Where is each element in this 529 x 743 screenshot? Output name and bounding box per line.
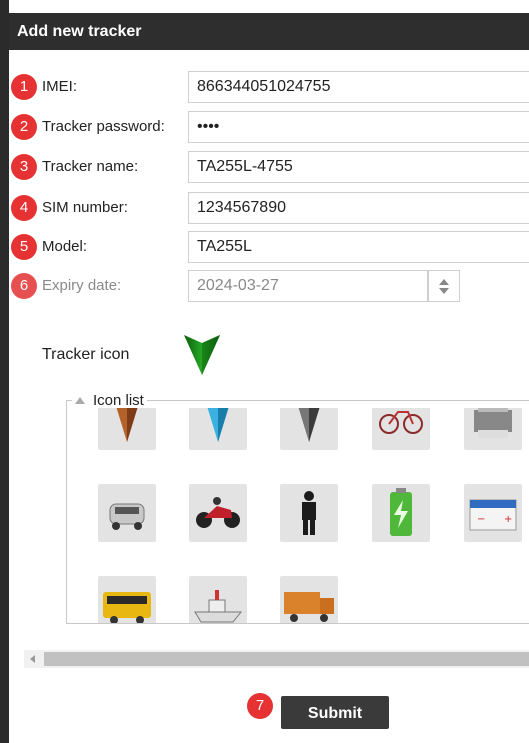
step-badge-7: 7 bbox=[247, 693, 273, 719]
date-stepper[interactable] bbox=[428, 270, 460, 302]
password-row: 2 Tracker password: •••• bbox=[9, 110, 529, 144]
icon-list-viewport[interactable]: − + bbox=[67, 408, 529, 623]
password-input[interactable]: •••• bbox=[188, 111, 529, 143]
icon-list-legend[interactable]: Icon list bbox=[72, 392, 147, 409]
tracker-name-input[interactable]: TA255L-4755 bbox=[188, 151, 529, 183]
tracker-name-row: 3 Tracker name: TA255L-4755 bbox=[9, 150, 529, 184]
expiry-date-input[interactable]: 2024-03-27 bbox=[188, 270, 428, 302]
car-icon[interactable] bbox=[98, 484, 156, 542]
step-badge-6: 6 bbox=[11, 273, 37, 299]
sim-number-row: 4 SIM number: 1234567890 bbox=[9, 191, 529, 225]
scrollbar-thumb[interactable] bbox=[44, 652, 529, 666]
step-badge-2: 2 bbox=[11, 114, 37, 140]
truck-icon[interactable] bbox=[280, 576, 338, 623]
model-row: 5 Model: TA255L bbox=[9, 230, 529, 264]
step-badge-1: 1 bbox=[11, 74, 37, 100]
motorcycle-icon[interactable] bbox=[189, 484, 247, 542]
dialog-title: Add new tracker bbox=[9, 13, 529, 50]
car-battery-icon[interactable]: − + bbox=[464, 484, 522, 542]
icon-list-label: Icon list bbox=[93, 392, 144, 409]
gray-arrow-icon[interactable] bbox=[280, 408, 338, 450]
horizontal-scrollbar[interactable] bbox=[24, 650, 529, 668]
printer-icon[interactable] bbox=[464, 408, 522, 450]
model-input[interactable]: TA255L bbox=[188, 231, 529, 263]
school-bus-icon[interactable] bbox=[98, 576, 156, 623]
imei-input[interactable]: 866344051024755 bbox=[188, 71, 529, 103]
collapse-triangle-icon[interactable] bbox=[75, 397, 85, 404]
expiry-label: Expiry date: bbox=[42, 277, 122, 294]
tracker-name-label: Tracker name: bbox=[42, 158, 139, 175]
tracker-icon-label: Tracker icon bbox=[42, 346, 130, 363]
stepper-up-icon[interactable] bbox=[439, 279, 449, 285]
selected-arrow-icon bbox=[184, 335, 220, 375]
svg-text:−: − bbox=[477, 514, 485, 525]
step-badge-5: 5 bbox=[11, 234, 37, 260]
imei-label: IMEI: bbox=[42, 78, 78, 95]
stepper-down-icon[interactable] bbox=[439, 288, 449, 294]
step-badge-3: 3 bbox=[11, 154, 37, 180]
submit-button[interactable]: Submit bbox=[281, 696, 389, 729]
expiry-row: 6 Expiry date: 2024-03-27 bbox=[9, 269, 529, 303]
battery-icon[interactable] bbox=[372, 484, 430, 542]
bicycle-icon[interactable] bbox=[372, 408, 430, 450]
sim-number-label: SIM number: bbox=[42, 199, 128, 216]
sim-number-input[interactable]: 1234567890 bbox=[188, 192, 529, 224]
password-label: Tracker password: bbox=[42, 118, 165, 135]
scroll-left-icon[interactable] bbox=[30, 655, 35, 663]
person-icon[interactable] bbox=[280, 484, 338, 542]
step-badge-4: 4 bbox=[11, 195, 37, 221]
model-label: Model: bbox=[42, 238, 88, 255]
imei-row: 1 IMEI: 866344051024755 bbox=[9, 70, 529, 104]
svg-text:+: + bbox=[504, 514, 512, 525]
orange-arrow-icon[interactable] bbox=[98, 408, 156, 450]
boat-icon[interactable] bbox=[189, 576, 247, 623]
blue-arrow-icon[interactable] bbox=[189, 408, 247, 450]
